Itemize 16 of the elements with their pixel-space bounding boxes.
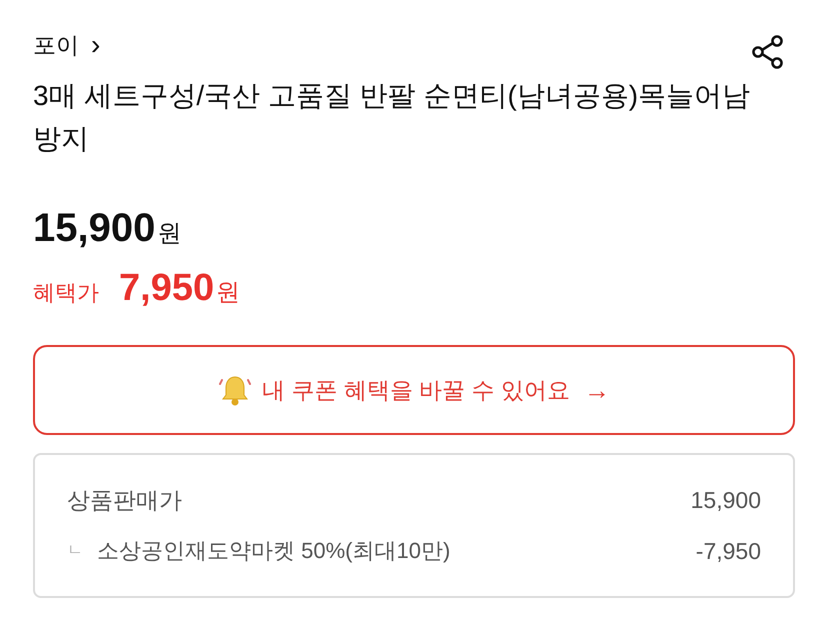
breakdown-value: 15,900 [690,486,761,515]
share-icon[interactable] [751,34,785,70]
price-unit: 원 [157,219,182,249]
benefit-price-unit: 원 [216,278,240,308]
benefit-price: 7,950 [119,266,214,311]
breakdown-label: 소상공인재도약마켓 50%(최대10만) [97,537,450,566]
store-link[interactable]: 포이 › [33,28,100,62]
coupon-banner[interactable]: 내 쿠폰 혜택을 바꿀 수 있어요 → [33,345,795,435]
breakdown-label: 상품판매가 [67,486,182,515]
breakdown-value: -7,950 [696,536,761,566]
product-title: 3매 세트구성/국산 고품질 반팔 순면티(남녀공용)목늘어남 방지 [33,79,752,156]
price: 15,900 [33,205,156,252]
arrow-text: → [584,374,610,406]
benefit-label: 혜택가 [33,279,99,307]
coupon-text: 내 쿠폰 혜택을 바꿀 수 있어요 [262,376,570,405]
indent-marker: ㄴ [67,540,83,561]
